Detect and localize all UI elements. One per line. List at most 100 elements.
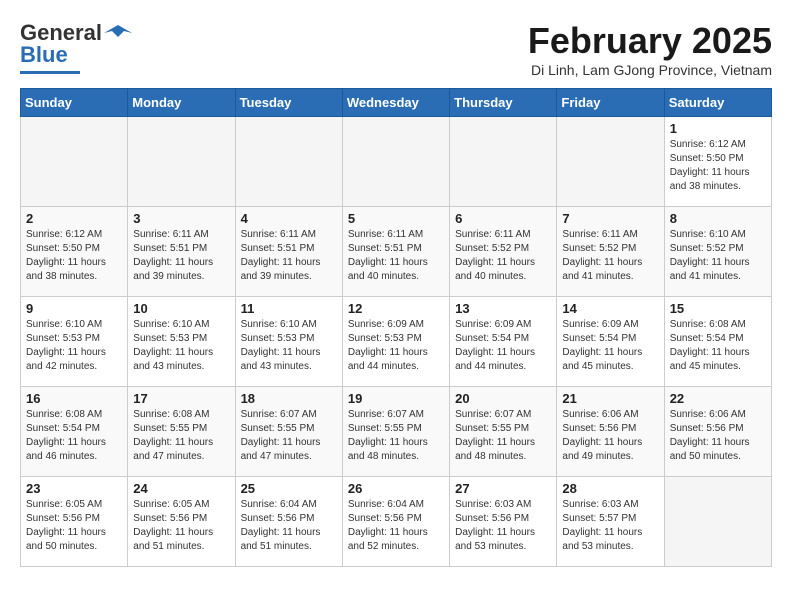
day-info: Sunrise: 6:10 AMSunset: 5:53 PMDaylight:… [133,318,229,374]
col-saturday: Saturday [664,89,771,117]
day-number: 1 [670,121,766,136]
day-number: 10 [133,301,229,316]
calendar-day-cell: 15Sunrise: 6:08 AMSunset: 5:54 PMDayligh… [664,297,771,387]
day-number: 24 [133,481,229,496]
calendar-week-row: 23 Sunrise: 6:05 AMSunset: 5:56 PMDayligh… [21,477,772,567]
logo: General Blue [20,20,132,74]
calendar-day-cell: 24 Sunrise: 6:05 AMSunset: 5:56 PMDayligh… [128,477,235,567]
col-wednesday: Wednesday [342,89,449,117]
calendar-day-cell: 20Sunrise: 6:07 AMSunset: 5:55 PMDayligh… [450,387,557,477]
calendar-day-cell: 17 Sunrise: 6:08 AMSunset: 5:55 PMDayligh… [128,387,235,477]
month-title: February 2025 [528,20,772,62]
day-info: Sunrise: 6:06 AMSunset: 5:56 PMDaylight:… [670,408,766,464]
day-number: 17 [133,391,229,406]
day-number: 14 [562,301,658,316]
calendar-day-cell: 26 Sunrise: 6:04 AMSunset: 5:56 PMDayligh… [342,477,449,567]
calendar-day-cell: 11 Sunrise: 6:10 AMSunset: 5:53 PMDayligh… [235,297,342,387]
calendar-week-row: 9 Sunrise: 6:10 AMSunset: 5:53 PMDaylight… [21,297,772,387]
logo-bird-icon [104,23,132,43]
day-info: Sunrise: 6:11 AMSunset: 5:52 PMDaylight:… [562,228,658,284]
day-number: 16 [26,391,122,406]
calendar-day-cell: 23 Sunrise: 6:05 AMSunset: 5:56 PMDayligh… [21,477,128,567]
col-tuesday: Tuesday [235,89,342,117]
calendar-day-cell: 12 Sunrise: 6:09 AMSunset: 5:53 PMDayligh… [342,297,449,387]
calendar-day-cell: 2 Sunrise: 6:12 AMSunset: 5:50 PMDaylight… [21,207,128,297]
calendar-day-cell: 21Sunrise: 6:06 AMSunset: 5:56 PMDayligh… [557,387,664,477]
calendar-day-cell: 6 Sunrise: 6:11 AMSunset: 5:52 PMDaylight… [450,207,557,297]
calendar-table: Sunday Monday Tuesday Wednesday Thursday… [20,88,772,567]
calendar-week-row: 1 Sunrise: 6:12 AMSunset: 5:50 PMDaylight… [21,117,772,207]
day-info: Sunrise: 6:11 AMSunset: 5:52 PMDaylight:… [455,228,551,284]
day-info: Sunrise: 6:11 AMSunset: 5:51 PMDaylight:… [241,228,337,284]
day-info: Sunrise: 6:09 AMSunset: 5:54 PMDaylight:… [455,318,551,374]
day-info: Sunrise: 6:05 AMSunset: 5:56 PMDaylight:… [133,498,229,554]
calendar-day-cell [235,117,342,207]
day-info: Sunrise: 6:03 AMSunset: 5:57 PMDaylight:… [562,498,658,554]
calendar-day-cell: 18 Sunrise: 6:07 AMSunset: 5:55 PMDayligh… [235,387,342,477]
calendar-day-cell [450,117,557,207]
day-number: 8 [670,211,766,226]
day-number: 5 [348,211,444,226]
day-number: 9 [26,301,122,316]
day-number: 22 [670,391,766,406]
day-info: Sunrise: 6:09 AMSunset: 5:54 PMDaylight:… [562,318,658,374]
calendar-day-cell: 5 Sunrise: 6:11 AMSunset: 5:51 PMDaylight… [342,207,449,297]
calendar-day-cell: 10 Sunrise: 6:10 AMSunset: 5:53 PMDayligh… [128,297,235,387]
day-number: 4 [241,211,337,226]
col-friday: Friday [557,89,664,117]
day-info: Sunrise: 6:08 AMSunset: 5:55 PMDaylight:… [133,408,229,464]
calendar-day-cell [128,117,235,207]
day-number: 2 [26,211,122,226]
calendar-day-cell: 9 Sunrise: 6:10 AMSunset: 5:53 PMDaylight… [21,297,128,387]
day-number: 15 [670,301,766,316]
day-number: 11 [241,301,337,316]
day-info: Sunrise: 6:11 AMSunset: 5:51 PMDaylight:… [133,228,229,284]
calendar-week-row: 2 Sunrise: 6:12 AMSunset: 5:50 PMDaylight… [21,207,772,297]
day-info: Sunrise: 6:08 AMSunset: 5:54 PMDaylight:… [26,408,122,464]
calendar-day-cell: 14 Sunrise: 6:09 AMSunset: 5:54 PMDayligh… [557,297,664,387]
day-info: Sunrise: 6:10 AMSunset: 5:53 PMDaylight:… [26,318,122,374]
logo-blue-text: Blue [20,42,68,68]
day-number: 20 [455,391,551,406]
day-number: 7 [562,211,658,226]
day-info: Sunrise: 6:07 AMSunset: 5:55 PMDaylight:… [348,408,444,464]
day-number: 26 [348,481,444,496]
day-number: 25 [241,481,337,496]
day-info: Sunrise: 6:10 AMSunset: 5:52 PMDaylight:… [670,228,766,284]
day-number: 27 [455,481,551,496]
day-info: Sunrise: 6:10 AMSunset: 5:53 PMDaylight:… [241,318,337,374]
calendar-day-cell: 1 Sunrise: 6:12 AMSunset: 5:50 PMDaylight… [664,117,771,207]
day-number: 12 [348,301,444,316]
page-header: General Blue February 2025 Di Linh, Lam … [20,20,772,78]
calendar-day-cell: 7 Sunrise: 6:11 AMSunset: 5:52 PMDaylight… [557,207,664,297]
day-info: Sunrise: 6:05 AMSunset: 5:56 PMDaylight:… [26,498,122,554]
col-thursday: Thursday [450,89,557,117]
calendar-day-cell [21,117,128,207]
day-info: Sunrise: 6:12 AMSunset: 5:50 PMDaylight:… [670,138,766,194]
day-number: 3 [133,211,229,226]
calendar-week-row: 16 Sunrise: 6:08 AMSunset: 5:54 PMDayligh… [21,387,772,477]
calendar-day-cell [342,117,449,207]
calendar-day-cell: 13Sunrise: 6:09 AMSunset: 5:54 PMDayligh… [450,297,557,387]
day-number: 6 [455,211,551,226]
day-info: Sunrise: 6:04 AMSunset: 5:56 PMDaylight:… [348,498,444,554]
day-number: 21 [562,391,658,406]
calendar-day-cell: 28 Sunrise: 6:03 AMSunset: 5:57 PMDayligh… [557,477,664,567]
calendar-day-cell: 4 Sunrise: 6:11 AMSunset: 5:51 PMDaylight… [235,207,342,297]
calendar-day-cell: 27 Sunrise: 6:03 AMSunset: 5:56 PMDayligh… [450,477,557,567]
calendar-day-cell: 25 Sunrise: 6:04 AMSunset: 5:56 PMDayligh… [235,477,342,567]
day-info: Sunrise: 6:03 AMSunset: 5:56 PMDaylight:… [455,498,551,554]
day-info: Sunrise: 6:04 AMSunset: 5:56 PMDaylight:… [241,498,337,554]
day-number: 23 [26,481,122,496]
location-subtitle: Di Linh, Lam GJong Province, Vietnam [528,62,772,78]
day-info: Sunrise: 6:12 AMSunset: 5:50 PMDaylight:… [26,228,122,284]
day-number: 28 [562,481,658,496]
day-number: 18 [241,391,337,406]
day-number: 19 [348,391,444,406]
calendar-day-cell: 3 Sunrise: 6:11 AMSunset: 5:51 PMDaylight… [128,207,235,297]
day-info: Sunrise: 6:07 AMSunset: 5:55 PMDaylight:… [241,408,337,464]
day-info: Sunrise: 6:09 AMSunset: 5:53 PMDaylight:… [348,318,444,374]
day-info: Sunrise: 6:11 AMSunset: 5:51 PMDaylight:… [348,228,444,284]
col-sunday: Sunday [21,89,128,117]
title-block: February 2025 Di Linh, Lam GJong Provinc… [528,20,772,78]
